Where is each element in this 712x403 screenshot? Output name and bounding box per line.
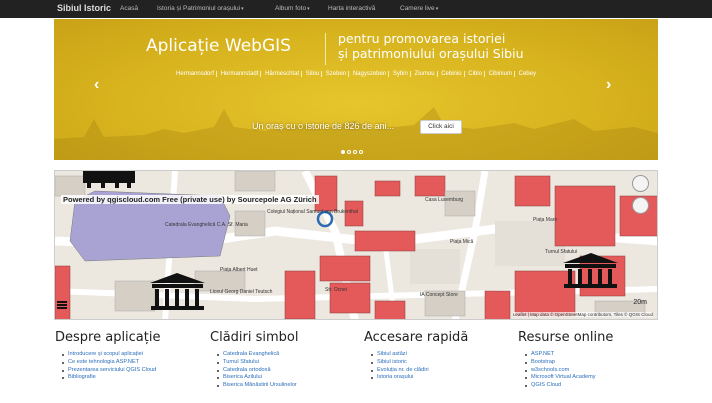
interactive-map[interactable]: Catedrala Evanghelică C.A. Sf. Maria Pia… <box>54 170 658 320</box>
nav-item-camere[interactable]: Camere live▾ <box>400 5 438 12</box>
list-item[interactable]: Biserica Mănăstirii Ursulinelor <box>217 382 360 390</box>
name-item: Nagyszeben <box>350 71 390 77</box>
name-item: Hermannstadt <box>218 71 262 77</box>
carousel-subtitle: pentru promovarea istoriei și patrimoniu… <box>338 31 524 61</box>
name-item: Ziumou <box>412 71 438 77</box>
map-label-piata-mare: Piața Mare <box>533 217 557 223</box>
section-list: Introducere și scopul aplicației Ce este… <box>55 351 205 382</box>
name-item: Cebinio <box>439 71 465 77</box>
historic-names: Hermannsdorf Hermannstadt Hărmeschtat Si… <box>54 71 658 77</box>
list-item[interactable]: Microsoft Virtual Academy <box>525 374 668 382</box>
list-item[interactable]: Biserica Azilului <box>217 374 360 382</box>
list-item[interactable]: Prezentarea serviciului QGIS Cloud <box>62 367 205 375</box>
map-label-teutsch: Liceul Georg Daniel Teutsch <box>210 289 273 295</box>
map-label-liceul: Colegiul Național Samuel von Brukenthal <box>267 209 358 215</box>
list-item[interactable]: Evoluția nr. de clădiri <box>371 367 514 375</box>
building-icon[interactable] <box>83 171 135 188</box>
map-label-turnul-sfatului: Turnul Sfatului <box>545 249 577 255</box>
brand[interactable]: Sibiul Istoric <box>57 3 111 13</box>
section-list: Catedrala Evanghelică Turnul Sfatului Ca… <box>210 351 360 390</box>
map-attribution[interactable]: Leaflet | Map data © OpenStreetMap contr… <box>512 312 653 317</box>
list-item[interactable]: Introducere și scopul aplicației <box>62 351 205 359</box>
list-item[interactable]: Catedrala ortodoxă <box>217 367 360 375</box>
map-label-church: Catedrala Evanghelică C.A. Sf. Maria <box>165 222 248 228</box>
section-resurse: Resurse online ASP.NET Bootstrap w3schoo… <box>518 330 668 390</box>
indicator-dot[interactable] <box>359 150 363 154</box>
section-title: Resurse online <box>518 330 614 345</box>
carousel-caption: Un oraș cu o istorie de 826 de ani... <box>252 121 395 131</box>
name-item: Hărmeschtat <box>263 71 303 77</box>
section-accesare: Accesare rapidă Sibiul astăzi Sibiul ist… <box>364 330 514 382</box>
map-label-albert-huet: Piața Albert Huet <box>220 267 258 273</box>
map-scale: 20m <box>633 299 647 306</box>
list-item[interactable]: Catedrala Evanghelică <box>217 351 360 359</box>
name-item: Ciblo <box>466 71 485 77</box>
section-cladiri: Clădiri simbol Catedrala Evanghelică Tur… <box>210 330 360 390</box>
carousel-title: Aplicație WebGIS <box>146 36 291 56</box>
name-item: Sibiu <box>303 71 323 77</box>
nav-item-istoria[interactable]: Istoria și Patrimoniul orașului▾ <box>157 5 244 12</box>
chevron-right-icon[interactable]: › <box>606 76 611 94</box>
map-label-ocna: Str. Ocnei <box>325 287 347 293</box>
name-item: Sybin <box>390 71 411 77</box>
nav-item-harta[interactable]: Harta interactivă <box>328 5 375 12</box>
chevron-left-icon[interactable]: ‹ <box>94 76 99 94</box>
list-item[interactable]: Istoria orașului <box>371 374 514 382</box>
indicator-dot[interactable] <box>353 150 357 154</box>
name-item: Hermannsdorf <box>174 71 218 77</box>
map-label-piata-mica: Piața Mică <box>450 239 474 245</box>
compass-icon[interactable] <box>632 175 649 192</box>
title-divider <box>325 33 326 65</box>
list-item[interactable]: Sibiul istoric <box>371 359 514 367</box>
section-title: Accesare rapidă <box>364 330 469 345</box>
click-here-button[interactable]: Click aici <box>420 120 462 134</box>
carousel-indicators <box>341 141 365 159</box>
list-item[interactable]: w3schools.com <box>525 367 668 375</box>
list-item[interactable]: Bibliografie <box>62 374 205 382</box>
indicator-dot[interactable] <box>341 150 345 154</box>
nav-item-album[interactable]: Album foto▾ <box>275 5 310 12</box>
list-item[interactable]: ASP.NET <box>525 351 668 359</box>
hero-carousel: Aplicație WebGIS pentru promovarea istor… <box>54 19 658 160</box>
map-canvas[interactable]: Catedrala Evanghelică C.A. Sf. Maria Pia… <box>55 171 658 320</box>
list-item[interactable]: QGIS Cloud <box>525 382 668 390</box>
section-title: Despre aplicație <box>55 330 161 345</box>
name-item: Cebey <box>518 71 536 77</box>
indicator-dot[interactable] <box>347 150 351 154</box>
section-list: Sibiul astăzi Sibiul istoric Evoluția nr… <box>364 351 514 382</box>
name-item: Cibinium <box>486 71 515 77</box>
list-item[interactable]: Turnul Sfatului <box>217 359 360 367</box>
list-item[interactable]: Bootstrap <box>525 359 668 367</box>
map-label-ia-concept: IA Concept Store <box>420 292 458 298</box>
list-item[interactable]: Sibiul astăzi <box>371 351 514 359</box>
caret-down-icon: ▾ <box>435 6 439 12</box>
caret-down-icon: ▾ <box>307 6 310 12</box>
map-credit: Powered by qgiscloud.com Free (private u… <box>61 195 319 204</box>
navbar: Sibiul Istoric Acasă Istoria și Patrimon… <box>0 0 712 18</box>
nav-item-acasa[interactable]: Acasă <box>120 5 138 12</box>
caret-down-icon: ▾ <box>241 6 244 12</box>
list-item[interactable]: Ce este tehnologia ASP.NET <box>62 359 205 367</box>
name-item: Szeben <box>323 71 350 77</box>
section-list: ASP.NET Bootstrap w3schools.com Microsof… <box>518 351 668 390</box>
zoom-in-icon[interactable] <box>632 197 649 214</box>
section-title: Clădiri simbol <box>210 330 299 345</box>
section-despre: Despre aplicație Introducere și scopul a… <box>55 330 205 382</box>
map-label-casa-luxemburg: Casa Luxemburg <box>425 197 463 203</box>
menu-icon[interactable] <box>57 301 67 309</box>
